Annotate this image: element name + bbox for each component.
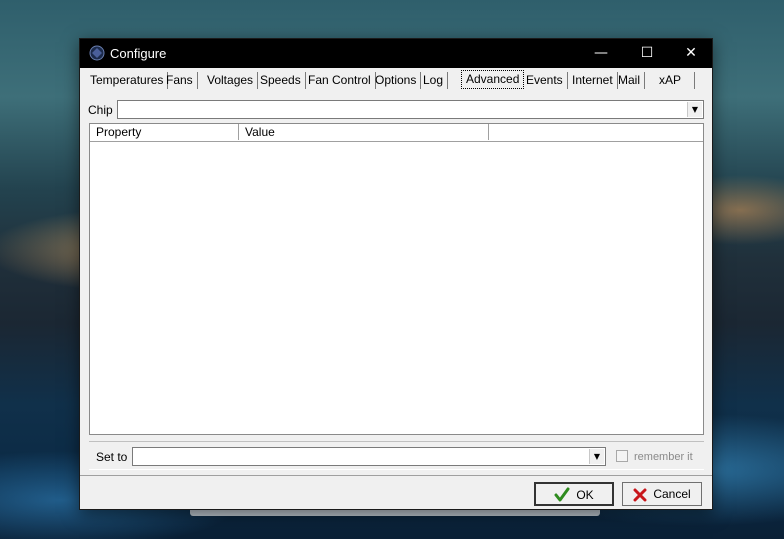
tab-mail[interactable]: Mail [614, 72, 646, 89]
tab-log[interactable]: Log [419, 72, 449, 89]
tab-fan-control[interactable]: Fan Control [304, 72, 376, 89]
column-header-empty[interactable] [489, 124, 703, 140]
maximize-button[interactable]: ☐ [624, 39, 670, 68]
tab-options[interactable]: Options [371, 72, 422, 89]
minimize-icon: — [594, 45, 608, 61]
list-header: Property Value [90, 124, 703, 142]
dialog-footer: OK Cancel [80, 475, 712, 510]
remember-it-label: remember it [634, 451, 693, 463]
tab-voltages[interactable]: Voltages [203, 72, 259, 89]
cancel-button[interactable]: Cancel [622, 482, 702, 506]
checkbox-icon[interactable] [616, 450, 628, 462]
chevron-down-icon[interactable]: ▼ [687, 102, 702, 117]
set-value-group: Set to ▼ remember it [89, 441, 704, 470]
ok-label: OK [576, 488, 594, 502]
minimize-button[interactable]: — [578, 39, 624, 68]
maximize-icon: ☐ [640, 45, 654, 61]
cancel-x-icon [633, 488, 647, 502]
title-bar[interactable]: Configure — ☐ ✕ [80, 39, 712, 68]
tab-temperatures[interactable]: Temperatures [86, 72, 169, 89]
close-icon: ✕ [685, 45, 697, 61]
checkmark-icon [554, 487, 570, 502]
close-button[interactable]: ✕ [668, 39, 714, 68]
tab-speeds[interactable]: Speeds [256, 72, 306, 89]
tab-events[interactable]: Events [522, 72, 568, 89]
set-to-select[interactable]: ▼ [132, 447, 606, 466]
tab-internet[interactable]: Internet [568, 72, 618, 89]
tab-xap[interactable]: xAP [655, 72, 695, 89]
chevron-down-icon[interactable]: ▼ [589, 449, 604, 464]
tab-advanced[interactable]: Advanced [461, 70, 525, 89]
tab-fans[interactable]: Fans [162, 72, 198, 89]
ok-button[interactable]: OK [534, 482, 614, 506]
tab-strip: Temperatures Fans Voltages Speeds Fan Co… [82, 70, 710, 90]
chip-select[interactable]: ▼ [117, 100, 704, 119]
remember-it-checkbox[interactable]: remember it [616, 450, 693, 463]
set-to-label: Set to [96, 450, 128, 464]
cancel-label: Cancel [653, 487, 691, 501]
column-header-value[interactable]: Value [239, 124, 489, 140]
window-title: Configure [110, 46, 167, 61]
column-header-property[interactable]: Property [90, 124, 239, 140]
configure-dialog: Configure — ☐ ✕ Temperatures Fans Voltag… [79, 38, 713, 510]
chip-label: Chip [88, 103, 113, 117]
property-list[interactable]: Property Value [89, 123, 704, 435]
app-icon [89, 45, 105, 61]
